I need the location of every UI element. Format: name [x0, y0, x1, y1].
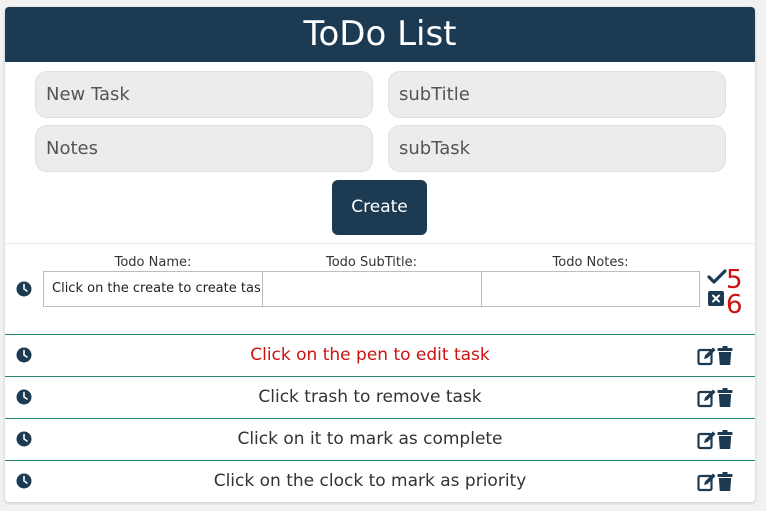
todo-subtitle-label: Todo SubTitle:: [325, 255, 417, 270]
todo-notes-field[interactable]: [481, 271, 700, 307]
todo-subtitle-field[interactable]: [262, 271, 482, 307]
edit-icon[interactable]: [697, 388, 717, 408]
cancel-count: 6: [726, 290, 743, 320]
task-actions: [697, 346, 735, 366]
todo-notes-label: Todo Notes:: [552, 255, 629, 270]
new-task-input[interactable]: New Task: [35, 71, 373, 118]
task-actions: [697, 388, 735, 408]
trash-icon[interactable]: [717, 472, 733, 492]
task-text[interactable]: Click on the pen to edit task: [45, 335, 695, 376]
task-text[interactable]: Click trash to remove task: [45, 377, 695, 418]
divider: [5, 243, 755, 244]
subtask-input[interactable]: subTask: [388, 125, 726, 172]
list-item[interactable]: Click trash to remove task: [5, 377, 755, 418]
edit-icon[interactable]: [697, 430, 717, 450]
edit-icon[interactable]: [697, 472, 717, 492]
trash-icon[interactable]: [717, 430, 733, 450]
trash-icon[interactable]: [717, 346, 733, 366]
clock-icon[interactable]: [16, 347, 32, 363]
check-icon[interactable]: [707, 269, 727, 285]
task-text[interactable]: Click on it to mark as complete: [45, 419, 695, 460]
trash-icon[interactable]: [717, 388, 733, 408]
task-text[interactable]: Click on the clock to mark as priority: [45, 461, 695, 502]
subtitle-input[interactable]: subTitle: [388, 71, 726, 118]
todo-card: ToDo List New Task subTitle Notes subTas…: [5, 7, 755, 502]
list-item[interactable]: Click on the clock to mark as priority: [5, 461, 755, 502]
clock-icon[interactable]: [16, 389, 32, 405]
edit-icon[interactable]: [697, 346, 717, 366]
todo-name-field[interactable]: Click on the create to create tas: [43, 271, 263, 307]
list-item[interactable]: Click on the pen to edit task: [5, 335, 755, 376]
page-title: ToDo List: [5, 7, 755, 62]
task-actions: [697, 430, 735, 450]
clock-icon[interactable]: [16, 431, 32, 447]
notes-input[interactable]: Notes: [35, 125, 373, 172]
create-button[interactable]: Create: [332, 180, 427, 235]
list-item[interactable]: Click on it to mark as complete: [5, 419, 755, 460]
todo-name-label: Todo Name:: [114, 255, 192, 270]
task-actions: [697, 472, 735, 492]
clock-icon[interactable]: [16, 281, 32, 297]
clock-icon[interactable]: [16, 473, 32, 489]
x-square-icon[interactable]: [708, 291, 724, 306]
